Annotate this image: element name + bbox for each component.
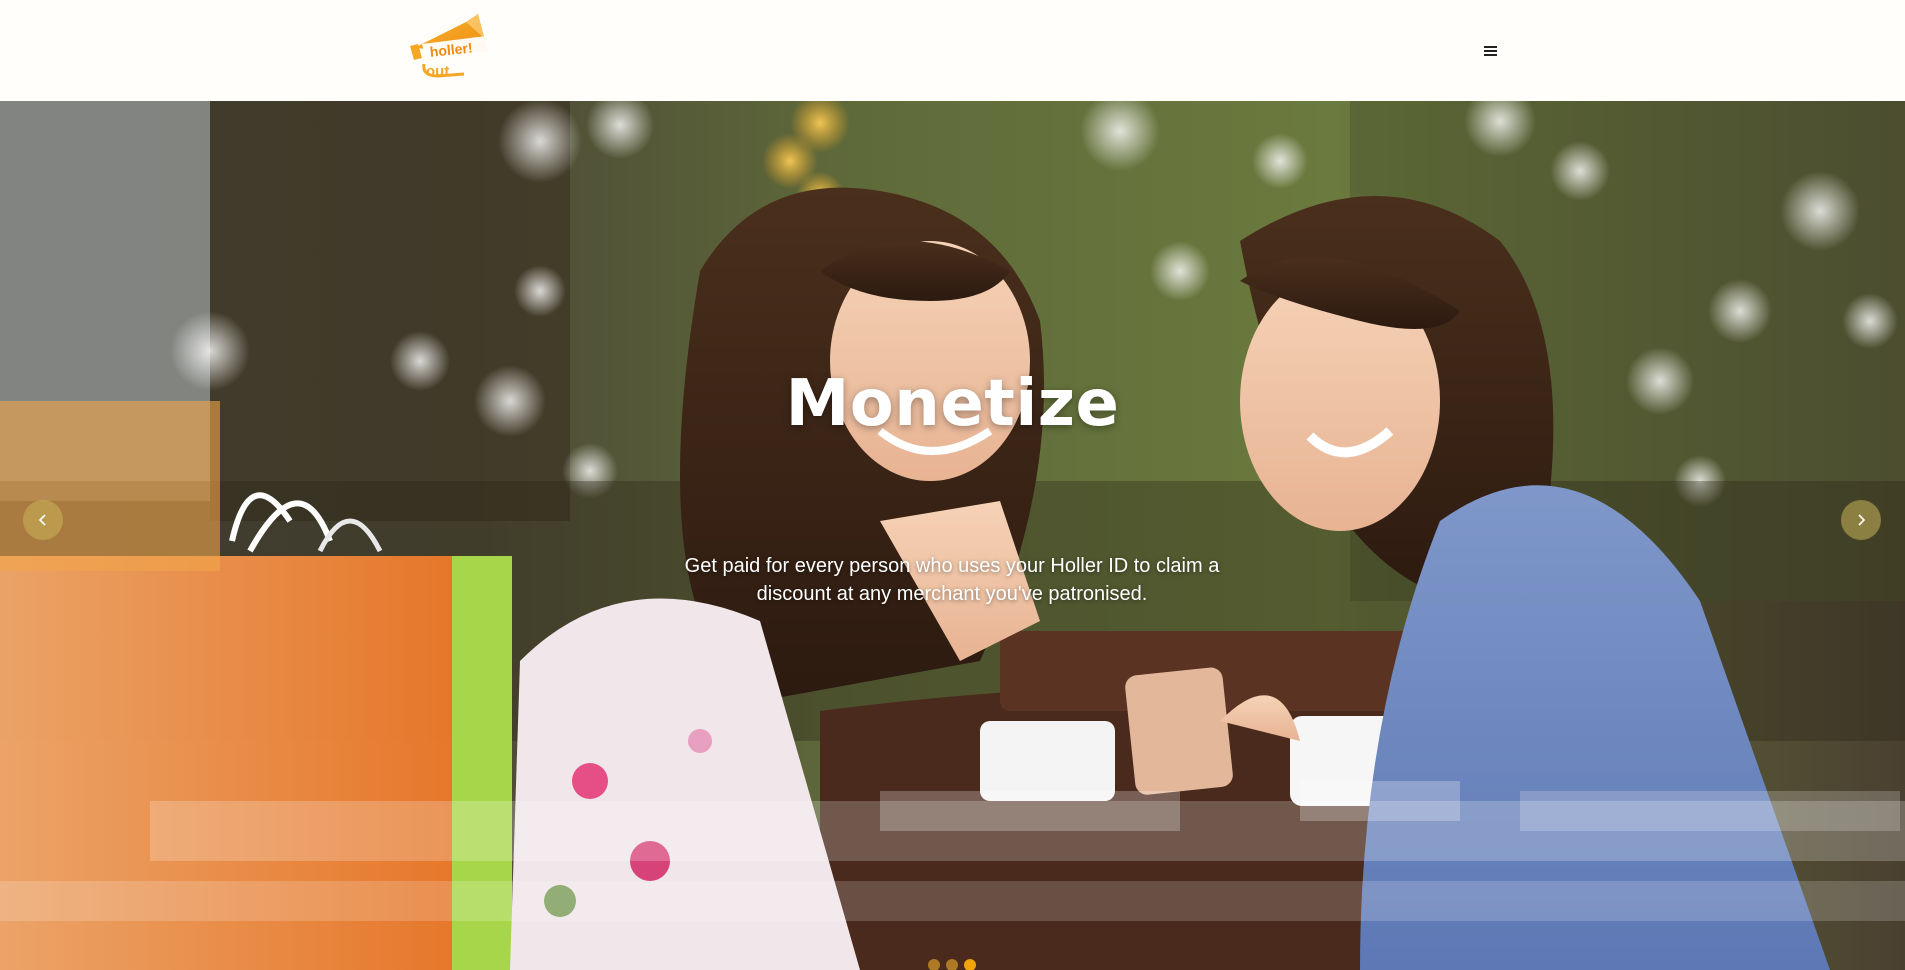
chevron-right-icon (1858, 514, 1866, 526)
hamburger-menu-icon[interactable] (1474, 38, 1506, 64)
site-header: holler! out (0, 0, 1905, 101)
megaphone-logo-icon: holler! out (410, 14, 488, 80)
carousel-dot-3[interactable] (964, 959, 976, 970)
carousel-dot-1[interactable] (928, 959, 940, 970)
hero-title: Monetize (785, 367, 1120, 441)
svg-text:holler!: holler! (429, 39, 473, 59)
carousel-indicators (928, 959, 976, 970)
carousel-next-button[interactable] (1841, 500, 1881, 540)
hero-background-photo (0, 101, 1905, 970)
page: holler! out Monetize Get paid for every … (0, 0, 1905, 970)
holler-out-logo[interactable]: holler! out (408, 8, 496, 80)
carousel-prev-button[interactable] (23, 500, 63, 540)
chevron-left-icon (38, 514, 46, 526)
hero-carousel: Monetize Get paid for every person who u… (0, 101, 1905, 970)
hero-description: Get paid for every person who uses your … (684, 555, 1220, 605)
carousel-dot-2[interactable] (946, 959, 958, 970)
